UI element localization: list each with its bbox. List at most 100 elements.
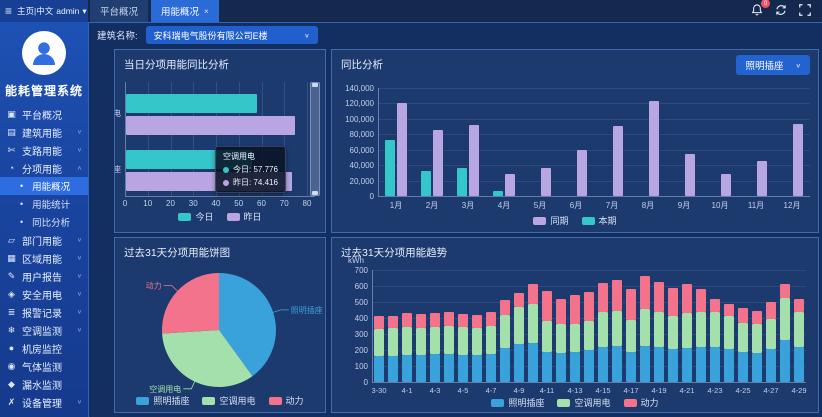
sidebar-item-region-energy[interactable]: ▦区域用能∨ [0, 249, 88, 267]
本期-bar[interactable] [493, 191, 503, 196]
照明插座-bar[interactable] [570, 352, 580, 382]
tab-0[interactable]: 平台概况 [90, 0, 148, 22]
空调用电-bar[interactable] [668, 316, 678, 349]
同期-bar[interactable] [505, 174, 515, 196]
动力-bar[interactable] [528, 284, 538, 304]
building-select[interactable]: 安科瑞电气股份有限公司E楼 ∨ [146, 26, 318, 44]
sidebar-item-user-report[interactable]: ✎用户报告∨ [0, 267, 88, 285]
照明插座-bar[interactable] [626, 352, 636, 382]
本期-bar[interactable] [457, 168, 467, 196]
sidebar-subitem[interactable]: •用能概况 [0, 177, 88, 195]
动力-bar[interactable] [542, 291, 552, 321]
空调用电-bar[interactable] [402, 327, 412, 355]
动力-bar[interactable] [626, 289, 636, 319]
sidebar-item-subitem-energy[interactable]: ◔分项用能∧ [0, 159, 88, 177]
照明插座-bar[interactable] [682, 348, 692, 382]
今日-bar[interactable] [126, 94, 257, 113]
本期-bar[interactable] [385, 140, 395, 196]
照明插座-bar[interactable] [472, 355, 482, 382]
照明插座-bar[interactable] [612, 346, 622, 382]
照明插座-bar[interactable] [696, 347, 706, 382]
动力-bar[interactable] [710, 299, 720, 313]
legend-item[interactable]: 今日 [178, 210, 213, 223]
legend-item[interactable]: 照明插座 [136, 394, 189, 407]
空调用电-bar[interactable] [416, 328, 426, 356]
照明插座-bar[interactable] [780, 340, 790, 382]
动力-bar[interactable] [556, 299, 566, 325]
照明插座-bar[interactable] [654, 347, 664, 382]
动力-bar[interactable] [612, 280, 622, 310]
动力-bar[interactable] [472, 315, 482, 328]
空调用电-bar[interactable] [528, 304, 538, 344]
动力-bar[interactable] [430, 313, 440, 327]
同期-bar[interactable] [793, 124, 803, 196]
动力-bar[interactable] [514, 293, 524, 307]
空调用电-bar[interactable] [514, 307, 524, 345]
sidebar-item-safety-power[interactable]: ◈安全用电∨ [0, 285, 88, 303]
同期-bar[interactable] [649, 101, 659, 196]
照明插座-bar[interactable] [724, 349, 734, 382]
fullscreen-icon[interactable] [798, 3, 813, 18]
同期-bar[interactable] [685, 154, 695, 196]
动力-bar[interactable] [682, 284, 692, 314]
动力-bar[interactable] [584, 292, 594, 322]
空调用电-bar[interactable] [626, 320, 636, 352]
动力-bar[interactable] [416, 314, 426, 328]
sidebar-item-ac-monitor[interactable]: ❄空调监测∨ [0, 321, 88, 339]
照明插座-bar[interactable] [458, 355, 468, 382]
照明插座-bar[interactable] [500, 348, 510, 382]
user-menu[interactable]: admin [56, 6, 79, 16]
照明插座-bar[interactable] [430, 354, 440, 382]
legend-item[interactable]: 本期 [582, 214, 617, 227]
空调用电-bar[interactable] [556, 324, 566, 353]
动力-slice[interactable] [162, 273, 219, 334]
动力-bar[interactable] [794, 299, 804, 312]
空调用电-bar[interactable] [542, 321, 552, 351]
legend-item[interactable]: 照明插座 [491, 396, 544, 409]
同期-bar[interactable] [433, 130, 443, 196]
空调用电-bar[interactable] [486, 326, 496, 354]
sidebar-item-water-leak[interactable]: ◆漏水监测 [0, 375, 88, 393]
close-icon[interactable]: × [204, 7, 209, 16]
legend-item[interactable]: 动力 [269, 394, 304, 407]
空调用电-bar[interactable] [752, 324, 762, 353]
空调用电-bar[interactable] [598, 312, 608, 347]
空调用电-bar[interactable] [654, 312, 664, 348]
同期-bar[interactable] [613, 126, 623, 196]
照明插座-bar[interactable] [584, 350, 594, 382]
sidebar-item-device-management[interactable]: ✗设备管理∨ [0, 393, 88, 411]
空调用电-bar[interactable] [710, 312, 720, 347]
sidebar-item-alarm-record[interactable]: ≣报警记录∨ [0, 303, 88, 321]
动力-bar[interactable] [668, 288, 678, 317]
tab-1[interactable]: 用能概况× [151, 0, 219, 22]
照明插座-bar[interactable] [556, 353, 566, 382]
空调用电-bar[interactable] [696, 312, 706, 347]
动力-bar[interactable] [696, 289, 706, 311]
同期-bar[interactable] [397, 103, 407, 196]
动力-bar[interactable] [654, 282, 664, 312]
legend-item[interactable]: 空调用电 [202, 394, 255, 407]
同期-bar[interactable] [721, 174, 731, 196]
空调用电-bar[interactable] [682, 313, 692, 348]
空调用电-bar[interactable] [738, 323, 748, 352]
照明插座-bar[interactable] [710, 347, 720, 382]
空调用电-bar[interactable] [766, 319, 776, 349]
照明插座-bar[interactable] [668, 349, 678, 382]
空调用电-bar[interactable] [780, 298, 790, 340]
sidebar-subitem[interactable]: •用能统计 [0, 195, 88, 213]
照明插座-bar[interactable] [374, 356, 384, 382]
照明插座-bar[interactable] [528, 343, 538, 382]
sidebar-item-building-energy[interactable]: ▤建筑用能∨ [0, 123, 88, 141]
照明插座-bar[interactable] [542, 352, 552, 382]
照明插座-bar[interactable] [486, 354, 496, 382]
locale-switch[interactable]: 主页|中文 [17, 5, 53, 17]
同期-bar[interactable] [757, 161, 767, 196]
同期-bar[interactable] [541, 168, 551, 196]
sidebar-item-department-energy[interactable]: ▱部门用能∨ [0, 231, 88, 249]
refresh-icon[interactable] [774, 3, 789, 18]
照明插座-bar[interactable] [416, 355, 426, 382]
动力-bar[interactable] [640, 276, 650, 309]
动力-bar[interactable] [486, 312, 496, 326]
chart-scrollbar[interactable] [310, 82, 320, 196]
menu-toggle-icon[interactable]: ≡ [5, 4, 12, 18]
